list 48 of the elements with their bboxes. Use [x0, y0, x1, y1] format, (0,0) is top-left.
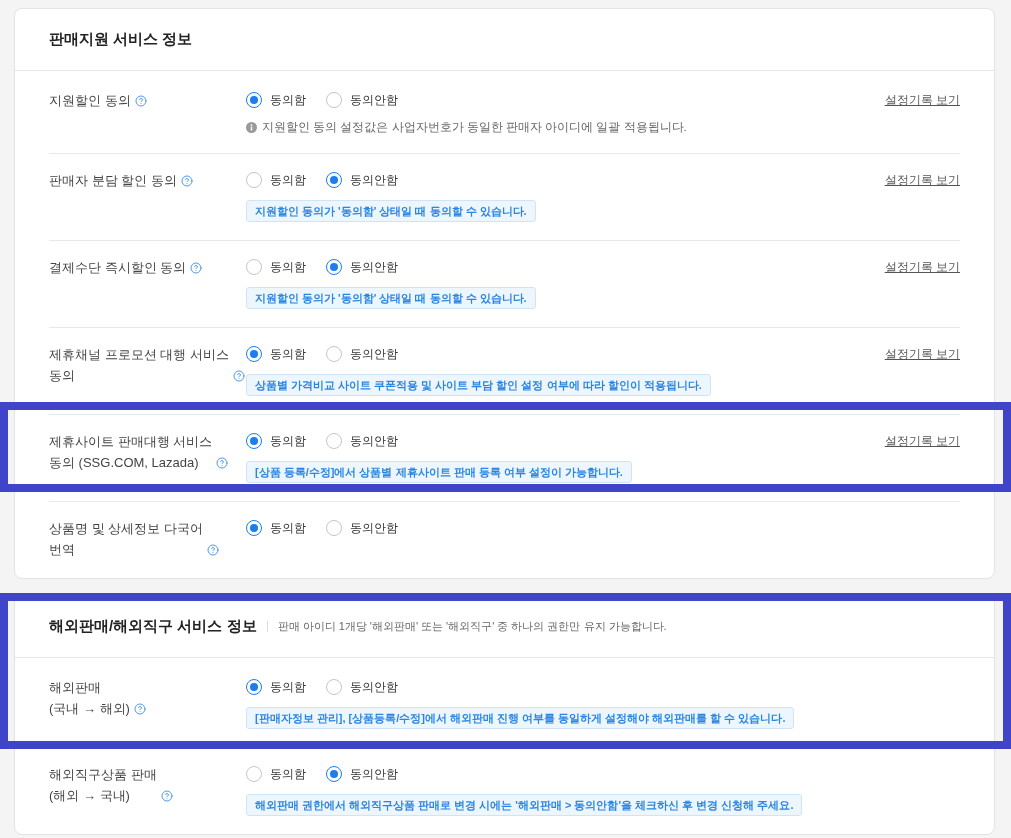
info-icon [246, 121, 257, 133]
help-icon[interactable] [190, 262, 203, 274]
radio-option[interactable]: 동의안함 [326, 765, 398, 783]
history-link[interactable]: 설정기록 보기 [884, 434, 960, 448]
notice-message: 지원할인 동의가 '동의함' 상태일 때 동의할 수 있습니다. [246, 200, 536, 222]
setting-label: 결제수단 즉시할인 동의 [49, 259, 187, 277]
setting-label: 상품명 및 상세정보 다국어 번역 [49, 520, 203, 559]
radio-option[interactable]: 동의함 [246, 171, 306, 189]
notice-message: [상품 등록/수정]에서 상품별 제휴사이트 판매 등록 여부 설정이 가능합니다. [246, 461, 632, 483]
setting-label: 제휴사이트 판매대행 서비스 동의 (SSG.COM, Lazada) [49, 433, 213, 472]
notice-message: 해외판매 권한에서 해외직구상품 판매로 변경 시에는 '해외판매 > 동의안함'을 체크하신 후 변경 신청해 주세요. [246, 794, 803, 816]
notice-message: 지원할인 동의가 '동의함' 상태일 때 동의할 수 있습니다. [246, 287, 536, 309]
radio-option[interactable]: 동의안함 [326, 258, 398, 276]
notice-message: [판매자정보 관리], [상품등록/수정]에서 해외판매 진행 여부를 동일하게 설정해야 해외판매를 할 수 있습니다. [246, 707, 795, 729]
radio-option[interactable]: 동의함 [246, 345, 306, 363]
section-title: 해외판매/해외직구 서비스 정보 [49, 617, 257, 636]
radio-option[interactable]: 동의안함 [326, 519, 398, 537]
history-link[interactable]: 설정기록 보기 [884, 173, 960, 187]
help-icon[interactable] [180, 175, 193, 187]
radio-option[interactable]: 동의안함 [326, 91, 398, 109]
section-title: 판매지원 서비스 정보 [49, 30, 193, 49]
radio-option[interactable]: 동의함 [246, 678, 306, 696]
setting-label: 지원할인 동의 [49, 92, 131, 110]
section-subtitle: 판매 아이디 1개당 '해외판매' 또는 '해외직구' 중 하나의 권한만 유지 가능합니다. [277, 619, 667, 634]
help-icon[interactable] [206, 544, 219, 556]
radio-option[interactable]: 동의함 [246, 432, 306, 450]
help-icon[interactable] [134, 95, 147, 107]
radio-option[interactable]: 동의안함 [326, 678, 398, 696]
setting-label: 판매자 분담 할인 동의 [49, 172, 177, 190]
setting-label: 해외직구상품 판매 (해외 → 국내) [49, 766, 157, 805]
setting-label: 해외판매 (국내 → 해외) [49, 679, 130, 718]
help-icon[interactable] [133, 703, 146, 715]
setting-label: 제휴채널 프로모션 대행 서비스 동의 [49, 346, 229, 385]
help-icon[interactable] [160, 790, 173, 802]
history-link[interactable]: 설정기록 보기 [884, 93, 960, 107]
help-icon[interactable] [232, 370, 245, 382]
help-icon[interactable] [216, 457, 229, 469]
notice-message: 상품별 가격비교 사이트 쿠폰적용 및 사이트 부담 할인 설정 여부에 따라 할인이 적용됩니다. [246, 374, 711, 396]
radio-option[interactable]: 동의안함 [326, 432, 398, 450]
history-link[interactable]: 설정기록 보기 [884, 347, 960, 361]
radio-option[interactable]: 동의안함 [326, 345, 398, 363]
radio-option[interactable]: 동의함 [246, 258, 306, 276]
radio-option[interactable]: 동의함 [246, 91, 306, 109]
info-note: 지원할인 동의 설정값은 사업자번호가 동일한 판매자 아이디에 일괄 적용됩니다. [262, 119, 687, 135]
radio-option[interactable]: 동의안함 [326, 171, 398, 189]
radio-option[interactable]: 동의함 [246, 519, 306, 537]
history-link[interactable]: 설정기록 보기 [884, 260, 960, 274]
radio-option[interactable]: 동의함 [246, 765, 306, 783]
